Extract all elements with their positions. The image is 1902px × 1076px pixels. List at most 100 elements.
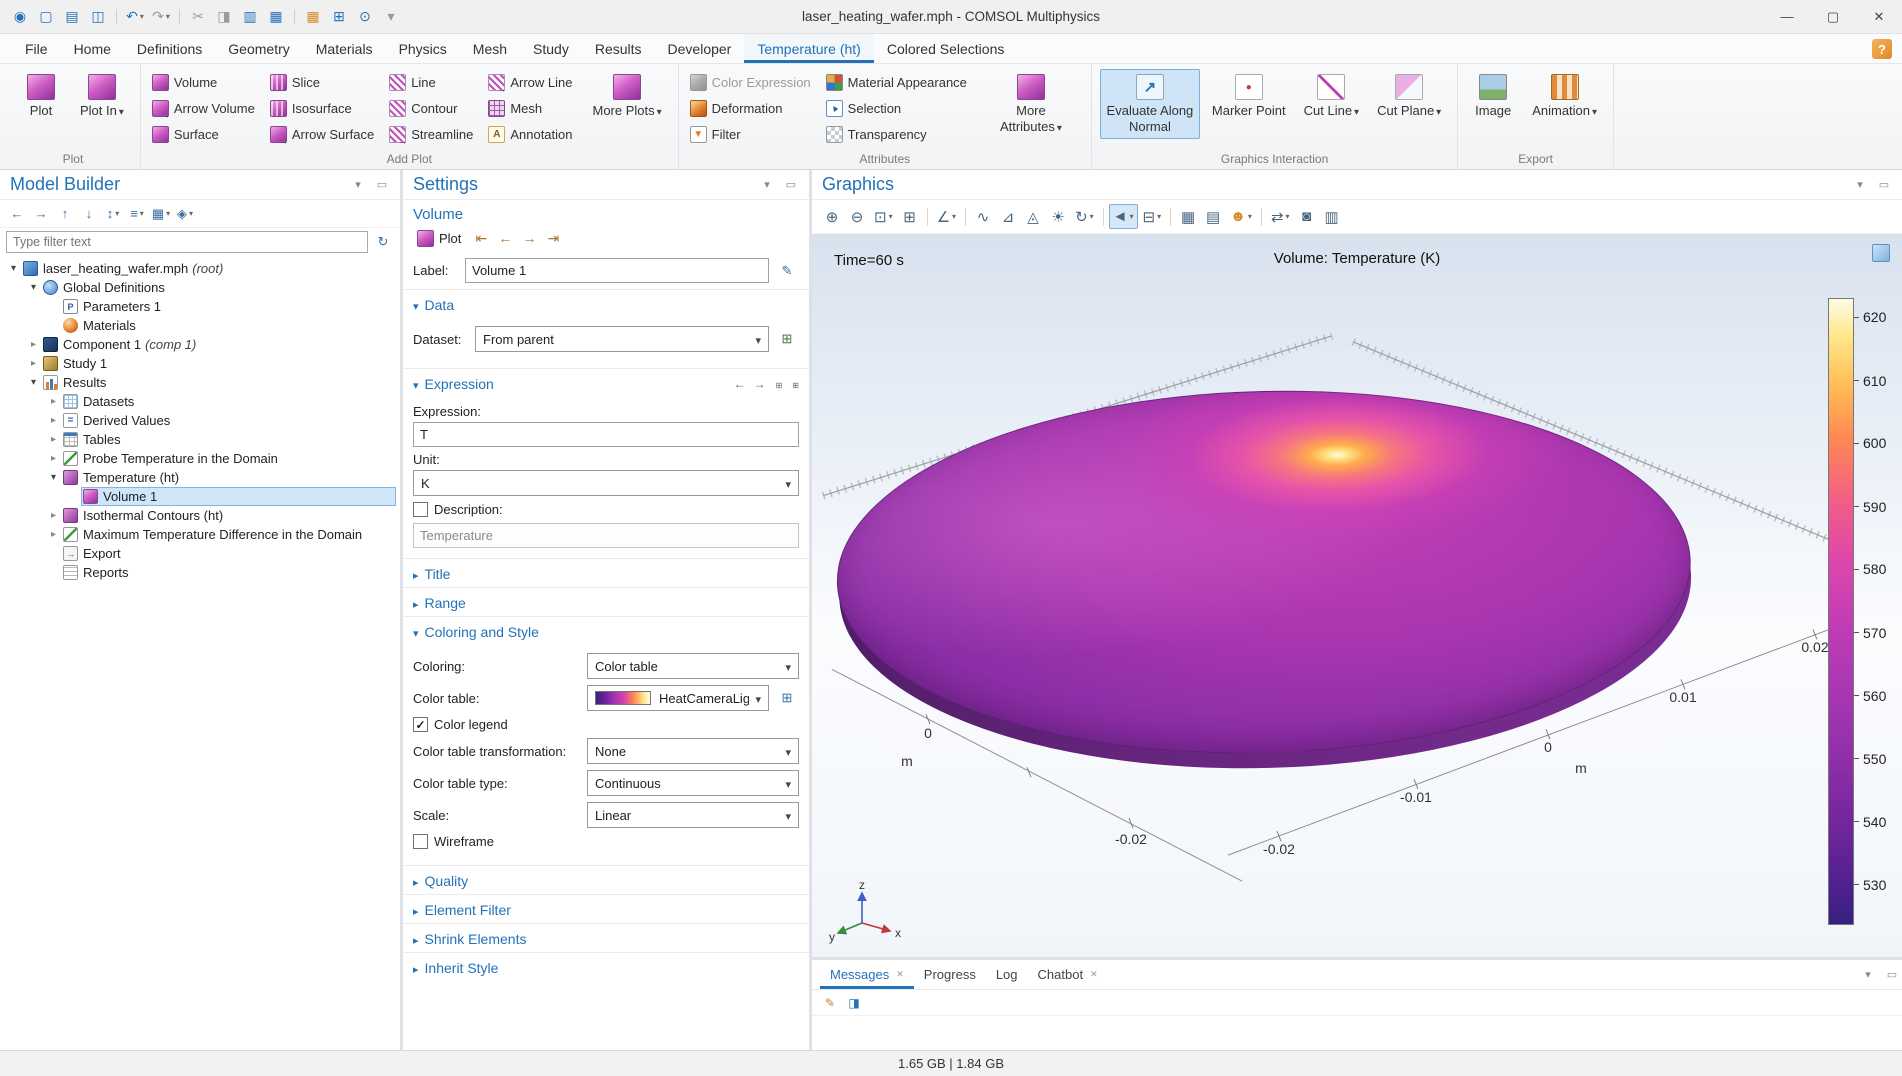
menu-tab[interactable]: Geometry: [215, 34, 302, 63]
tree-expander-icon[interactable]: [46, 453, 61, 464]
mesh-button[interactable]: Mesh: [485, 95, 580, 121]
more-plots-button[interactable]: More Plots: [587, 69, 668, 124]
menu-tab[interactable]: Results: [582, 34, 655, 63]
tree-item[interactable]: Component 1 (comp 1): [0, 335, 400, 354]
section-range[interactable]: Range: [403, 587, 809, 616]
new-file-icon[interactable]: ▢: [34, 5, 58, 29]
section-expression[interactable]: Expression: [403, 368, 809, 397]
edit-label-icon[interactable]: [775, 259, 799, 283]
tree-expander-icon[interactable]: [46, 415, 61, 426]
search-icon[interactable]: ⊙: [353, 5, 377, 29]
animation-button[interactable]: Animation: [1526, 69, 1603, 124]
tree-item[interactable]: Datasets: [0, 392, 400, 411]
tab-chatbot[interactable]: Chatbot: [1028, 960, 1108, 989]
deformation-button[interactable]: Deformation: [687, 95, 819, 121]
zoom-box-icon[interactable]: ⊡: [870, 204, 897, 229]
menu-tab[interactable]: Home: [61, 34, 124, 63]
evaluate-along-normal-button[interactable]: Evaluate Along Normal: [1100, 69, 1200, 139]
tree-item[interactable]: Probe Temperature in the Domain: [0, 449, 400, 468]
section-title[interactable]: Title: [403, 558, 809, 587]
back-icon[interactable]: ←: [6, 203, 28, 225]
tree-item[interactable]: Temperature (ht): [0, 468, 400, 487]
arrow-volume-button[interactable]: Arrow Volume: [149, 95, 263, 121]
menu-tab[interactable]: Colored Selections: [874, 34, 1018, 63]
maximize-button[interactable]: ▢: [1810, 0, 1856, 33]
tab-progress[interactable]: Progress: [914, 960, 986, 989]
graphics-canvas[interactable]: Time=60 s Volume: Temperature (K) -0.02 …: [812, 234, 1902, 957]
tree-item[interactable]: Derived Values: [0, 411, 400, 430]
tree-item[interactable]: Export: [0, 544, 400, 563]
plot-xy-icon[interactable]: ∿: [971, 204, 995, 229]
panel-menu-icon[interactable]: [1858, 965, 1878, 985]
annotation-button[interactable]: Annotation: [485, 121, 580, 147]
panel-detach-icon[interactable]: [372, 175, 392, 195]
scene-light-icon[interactable]: ☀: [1046, 204, 1070, 229]
clear-messages-icon[interactable]: [820, 993, 840, 1013]
description-checkbox[interactable]: [413, 502, 428, 517]
menu-tab[interactable]: Mesh: [460, 34, 520, 63]
move-up-icon[interactable]: ↑: [54, 203, 76, 225]
tree-item[interactable]: Volume 1: [0, 487, 400, 506]
insert-expression-icon[interactable]: [774, 377, 783, 391]
image-button[interactable]: Image: [1466, 69, 1520, 124]
next-plot-icon[interactable]: [521, 230, 537, 247]
show-grid-icon[interactable]: ▦: [1176, 204, 1200, 229]
help-icon[interactable]: ?: [1872, 39, 1892, 59]
color-legend-checkbox[interactable]: [413, 717, 428, 732]
undo-icon[interactable]: ↶: [123, 5, 147, 29]
cut-line-button[interactable]: Cut Line: [1298, 69, 1365, 124]
surface-button[interactable]: Surface: [149, 121, 263, 147]
scale-select[interactable]: Linear: [587, 802, 799, 828]
wireframe-checkbox[interactable]: [413, 834, 428, 849]
volume-button[interactable]: Volume: [149, 69, 263, 95]
section-data[interactable]: Data: [403, 289, 809, 318]
forward-icon[interactable]: →: [30, 203, 52, 225]
tree-expander-icon[interactable]: [46, 434, 61, 445]
go-to-source-icon[interactable]: [775, 327, 799, 351]
dataset-select[interactable]: From parent: [475, 326, 769, 352]
menu-tab[interactable]: Study: [520, 34, 582, 63]
unit-select[interactable]: K: [413, 470, 799, 496]
show-options-icon[interactable]: ≡: [126, 203, 148, 225]
scene-appearance-icon[interactable]: ☻: [1226, 204, 1256, 229]
tree-filter-input[interactable]: [6, 231, 368, 253]
view-options-icon[interactable]: ↻: [1071, 204, 1098, 229]
filter-button[interactable]: Filter: [687, 121, 819, 147]
customize-toolbar-icon[interactable]: ▾: [379, 5, 403, 29]
functions-icon[interactable]: ⊞: [327, 5, 351, 29]
tab-messages[interactable]: Messages: [820, 960, 914, 989]
first-plot-icon[interactable]: [473, 230, 489, 247]
tree-expander-icon[interactable]: [46, 510, 61, 521]
contour-button[interactable]: Contour: [386, 95, 481, 121]
tree-item[interactable]: Reports: [0, 563, 400, 582]
tree-item[interactable]: Isothermal Contours (ht): [0, 506, 400, 525]
tree-expander-icon[interactable]: [26, 282, 41, 293]
arrow-line-button[interactable]: Arrow Line: [485, 69, 580, 95]
copy-messages-icon[interactable]: [844, 993, 864, 1013]
zoom-out-icon[interactable]: ⊖: [845, 204, 869, 229]
model-tree-nodes-icon[interactable]: ▦: [150, 203, 172, 225]
synchronize-icon[interactable]: ⇄: [1267, 204, 1294, 229]
snapshot-icon[interactable]: ◙: [1295, 204, 1319, 229]
panel-menu-icon[interactable]: [1850, 175, 1870, 195]
menu-tab[interactable]: File: [12, 34, 61, 63]
settings-plot-button[interactable]: Plot: [413, 228, 465, 249]
delete-icon[interactable]: ▦: [264, 5, 288, 29]
print-icon[interactable]: ▥: [1320, 204, 1344, 229]
tree-expander-icon[interactable]: [46, 529, 61, 540]
menu-tab[interactable]: Developer: [655, 34, 745, 63]
open-file-icon[interactable]: ▤: [60, 5, 84, 29]
label-input[interactable]: [465, 258, 769, 283]
zoom-in-icon[interactable]: ⊕: [820, 204, 844, 229]
plot-in-button[interactable]: Plot In: [74, 69, 130, 124]
selection-button[interactable]: Selection: [823, 95, 975, 121]
tree-item[interactable]: laser_heating_wafer.mph (root): [0, 259, 400, 278]
expand-collapse-icon[interactable]: ↕: [102, 203, 124, 225]
tree-item[interactable]: Tables: [0, 430, 400, 449]
section-coloring-and-style[interactable]: Coloring and Style: [403, 616, 809, 645]
color-table-transformation-select[interactable]: None: [587, 738, 799, 764]
tree-item[interactable]: Study 1: [0, 354, 400, 373]
panel-menu-icon[interactable]: [348, 175, 368, 195]
section-element-filter[interactable]: Element Filter: [403, 894, 809, 923]
paste-icon[interactable]: ▥: [238, 5, 262, 29]
